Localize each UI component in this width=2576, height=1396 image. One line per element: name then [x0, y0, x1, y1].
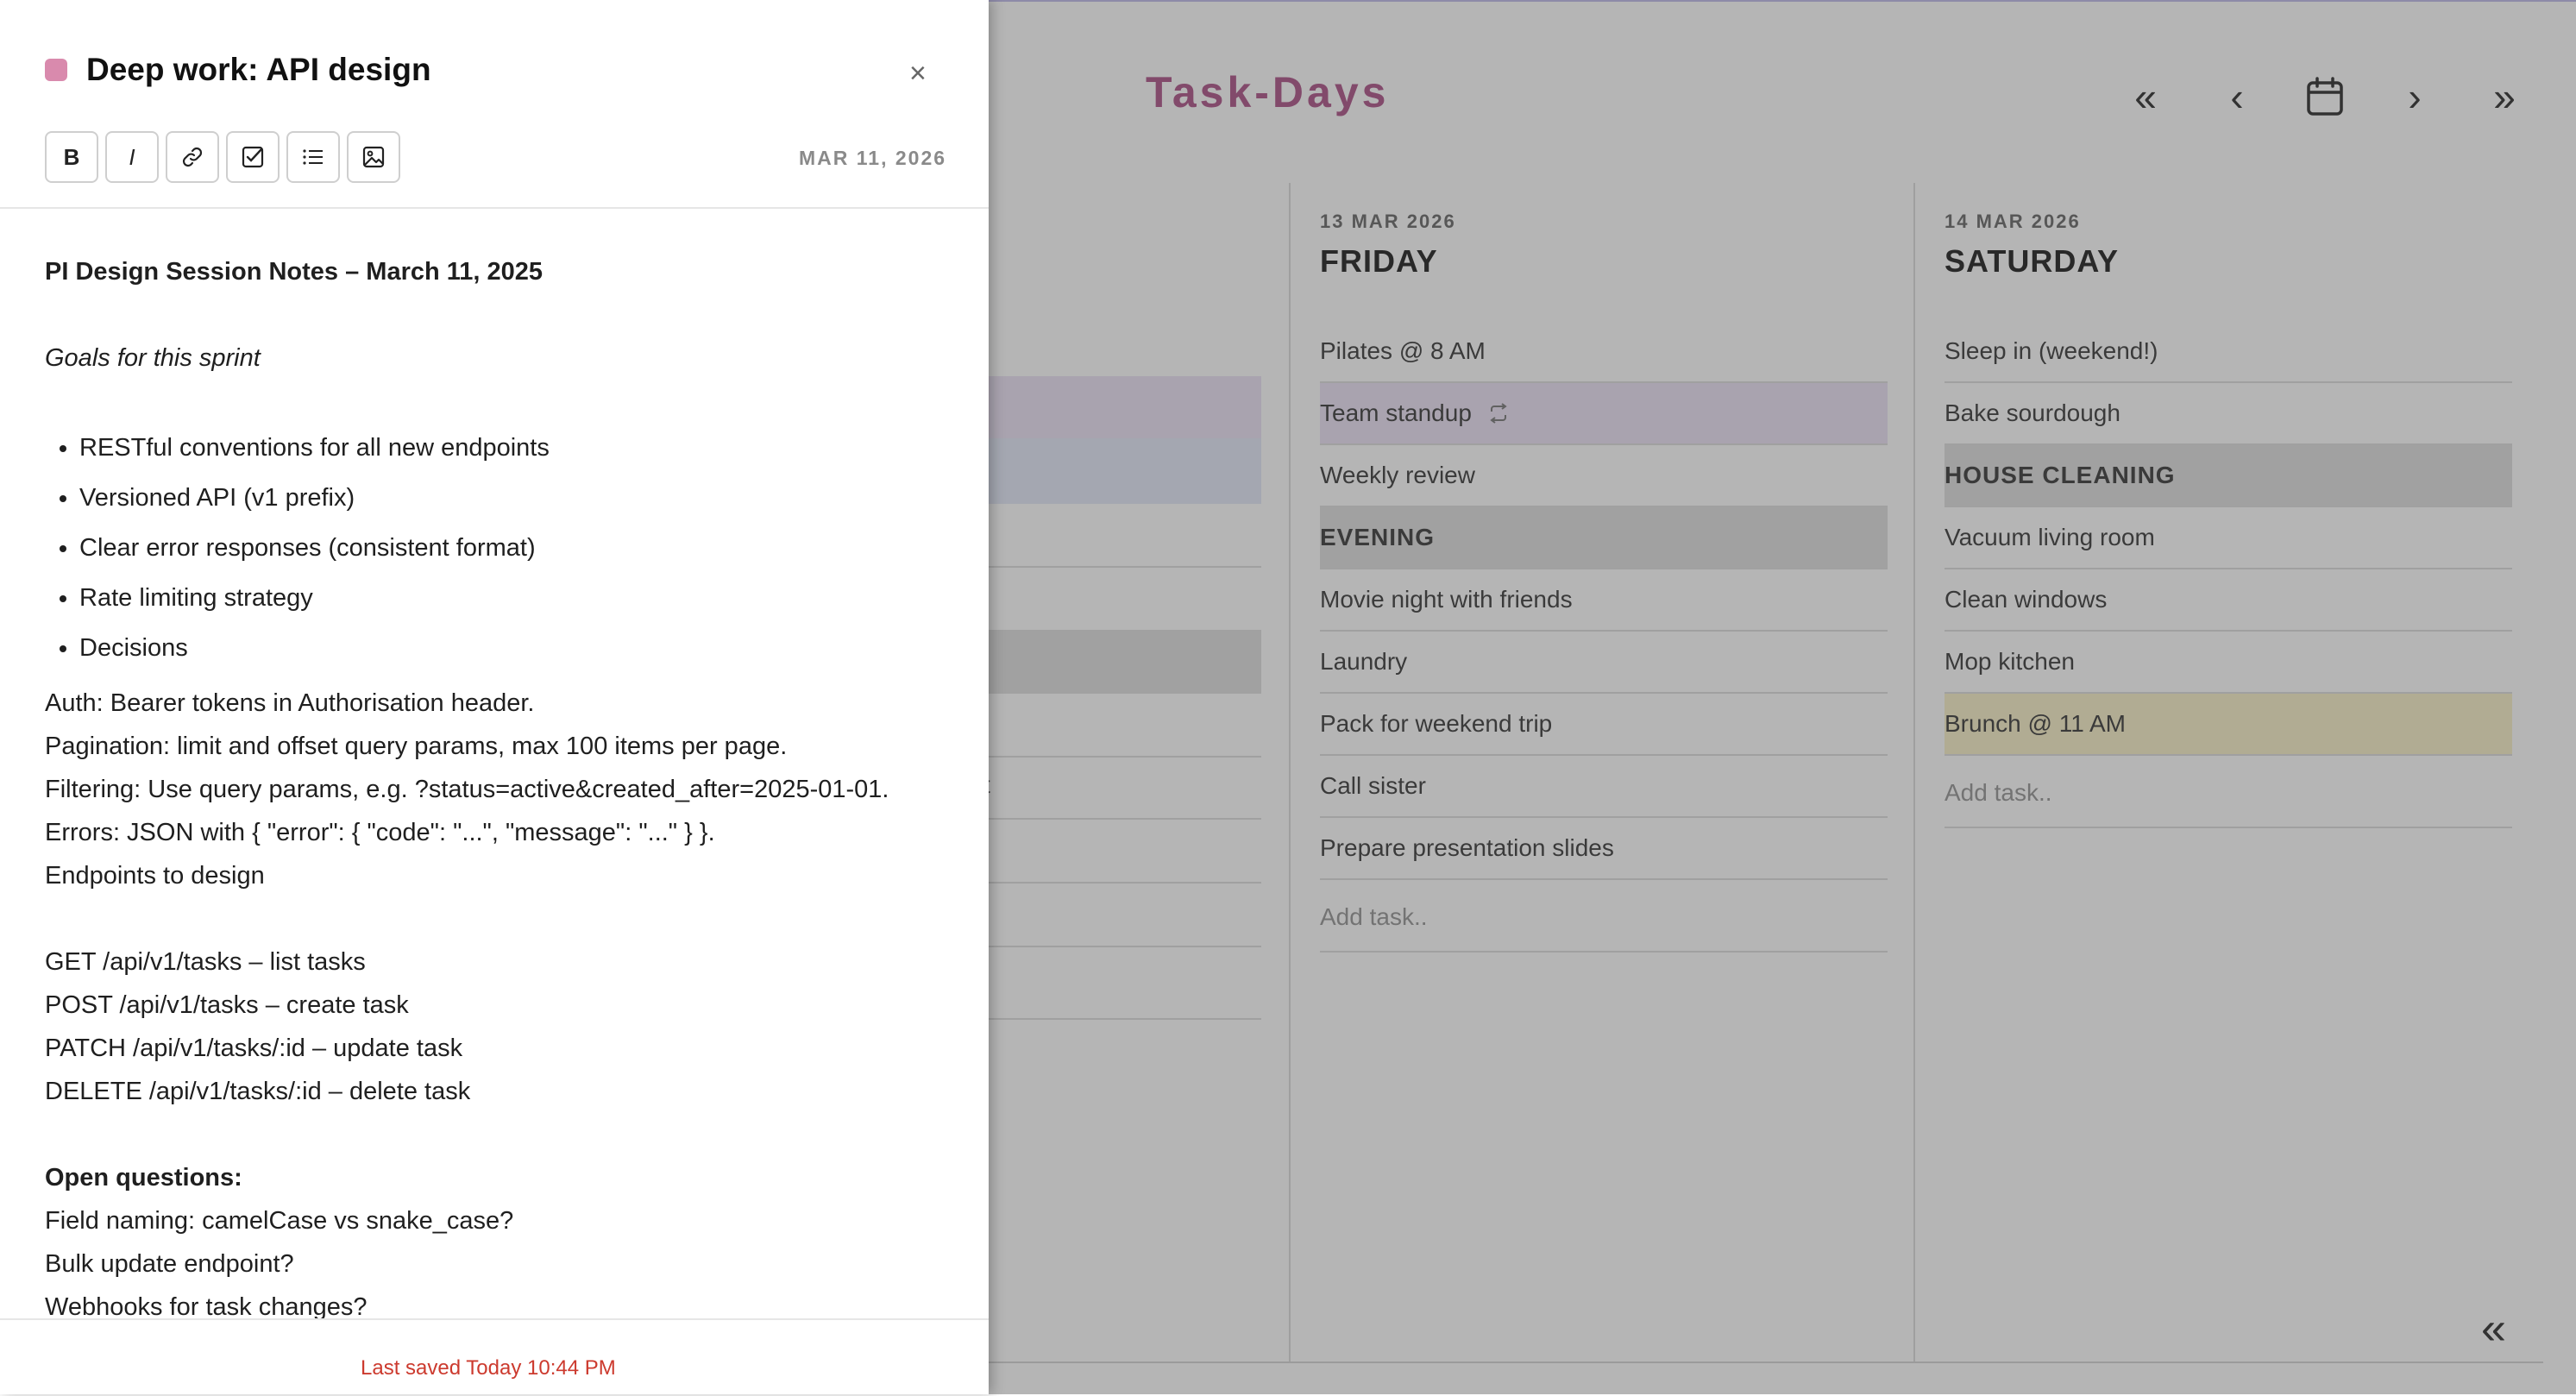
- close-button[interactable]: ×: [909, 57, 927, 91]
- note-footer: Last saved Today 10:44 PM: [0, 1318, 989, 1396]
- link-button[interactable]: [166, 131, 219, 183]
- checklist-button[interactable]: [226, 131, 280, 183]
- list-icon: [303, 149, 323, 165]
- list-item: Rate limiting strategy: [79, 573, 959, 623]
- note-color-dot[interactable]: [45, 59, 67, 81]
- note-line: Endpoints to design: [45, 862, 265, 890]
- bold-button[interactable]: B: [45, 131, 98, 183]
- note-heading: PI Design Session Notes – March 11, 2025: [45, 258, 543, 286]
- note-line: Field naming: camelCase vs snake_case?: [45, 1207, 514, 1235]
- note-line: POST /api/v1/tasks – create task: [45, 991, 409, 1019]
- note-line: Webhooks for task changes?: [45, 1293, 368, 1318]
- image-icon: [362, 146, 385, 168]
- link-icon: [182, 147, 203, 167]
- checkbox-icon: [242, 146, 264, 168]
- note-line: Pagination: limit and offset query param…: [45, 733, 788, 760]
- note-subheading: Goals for this sprint: [45, 344, 261, 372]
- italic-button[interactable]: I: [105, 131, 159, 183]
- list-item: RESTful conventions for all new endpoint…: [79, 423, 959, 473]
- note-line: PATCH /api/v1/tasks/:id – update task: [45, 1034, 463, 1062]
- bullet-list-button[interactable]: [286, 131, 340, 183]
- note-line: Auth: Bearer tokens in Authorisation hea…: [45, 689, 535, 717]
- list-item: Decisions: [79, 623, 959, 673]
- note-date: MAR 11, 2026: [799, 147, 947, 169]
- note-editor[interactable]: PI Design Session Notes – March 11, 2025…: [45, 209, 959, 1318]
- list-item: Clear error responses (consistent format…: [79, 523, 959, 573]
- save-status: Last saved Today 10:44 PM: [361, 1356, 616, 1380]
- list-item: Versioned API (v1 prefix): [79, 473, 959, 523]
- note-line: DELETE /api/v1/tasks/:id – delete task: [45, 1078, 471, 1105]
- note-section-heading: Open questions:: [45, 1164, 242, 1192]
- note-header: Deep work: API design × B I MAR 11, 2026: [0, 0, 989, 209]
- goals-list: RESTful conventions for all new endpoint…: [45, 423, 959, 673]
- format-toolbar: B I: [45, 131, 400, 183]
- note-line: GET /api/v1/tasks – list tasks: [45, 948, 366, 976]
- image-button[interactable]: [347, 131, 400, 183]
- note-line: Errors: JSON with { "error": { "code": "…: [45, 819, 715, 846]
- note-panel: Deep work: API design × B I MAR 11, 2026…: [0, 0, 989, 1394]
- note-line: Bulk update endpoint?: [45, 1250, 294, 1278]
- note-line: Filtering: Use query params, e.g. ?statu…: [45, 776, 889, 803]
- note-title[interactable]: Deep work: API design: [86, 52, 431, 88]
